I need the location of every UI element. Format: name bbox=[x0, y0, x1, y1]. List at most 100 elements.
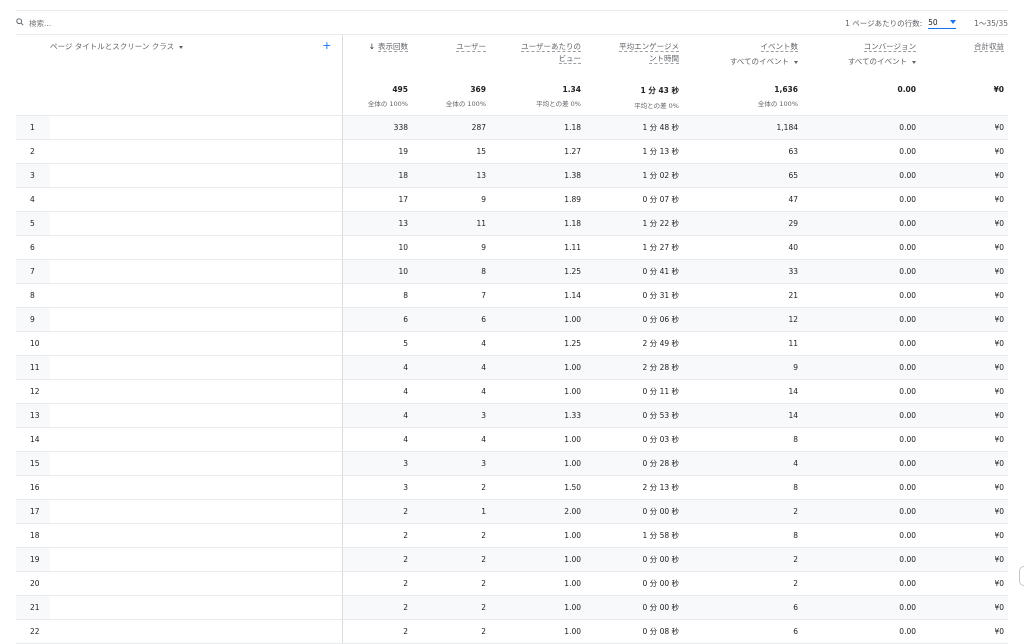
conversions-cell: 0.00 bbox=[802, 499, 920, 524]
views-per-user-cell: 1.50 bbox=[490, 475, 585, 500]
engagement-cell: 0 分 31 秒 bbox=[585, 283, 683, 308]
search-icon bbox=[16, 18, 24, 28]
views-per-user-cell: 1.27 bbox=[490, 139, 585, 164]
table-row[interactable]: 13 4 3 1.33 0 分 53 秒 14 0.00 ¥0 bbox=[16, 403, 1008, 428]
views-per-user-cell: 1.18 bbox=[490, 211, 585, 236]
table-row[interactable]: 4 17 9 1.89 0 分 07 秒 47 0.00 ¥0 bbox=[16, 187, 1008, 212]
revenue-cell: ¥0 bbox=[920, 355, 1008, 380]
views-cell: 2 bbox=[341, 499, 412, 524]
table-row[interactable]: 14 4 4 1.00 0 分 03 秒 8 0.00 ¥0 bbox=[16, 427, 1008, 452]
col-eng-label-2: ント時間 bbox=[649, 54, 679, 64]
rows-per-page: 1 ページあたりの行数: 50 bbox=[845, 17, 957, 29]
table-row[interactable]: 17 2 1 2.00 0 分 00 秒 2 0.00 ¥0 bbox=[16, 499, 1008, 524]
row-index: 12 bbox=[16, 379, 50, 404]
views-cell: 10 bbox=[341, 259, 412, 284]
dimension-cell bbox=[50, 307, 342, 332]
users-cell: 4 bbox=[412, 355, 490, 380]
rows-per-page-select[interactable]: 50 bbox=[928, 17, 957, 29]
search-input[interactable] bbox=[29, 18, 149, 28]
users-cell: 287 bbox=[412, 115, 490, 140]
revenue-cell: ¥0 bbox=[920, 307, 1008, 332]
engagement-cell: 1 分 48 秒 bbox=[585, 115, 683, 140]
dimension-cell bbox=[50, 475, 342, 500]
events-cell: 8 bbox=[683, 523, 802, 548]
table-row[interactable]: 11 4 4 1.00 2 分 28 秒 9 0.00 ¥0 bbox=[16, 355, 1008, 380]
col-users-header[interactable]: ユーザー bbox=[412, 35, 490, 79]
side-panel-handle[interactable] bbox=[1019, 566, 1024, 586]
events-filter[interactable]: すべてのイベント bbox=[687, 56, 798, 67]
col-revenue-header[interactable]: 合計収益 bbox=[920, 35, 1008, 79]
col-views-header[interactable]: ↓ 表示回数 bbox=[341, 35, 412, 79]
views-per-user-cell: 1.00 bbox=[490, 307, 585, 332]
events-cell: 2 bbox=[683, 547, 802, 572]
dimension-cell bbox=[50, 451, 342, 476]
row-index: 15 bbox=[16, 451, 50, 476]
row-index: 14 bbox=[16, 427, 50, 452]
dimension-selector[interactable]: ページ タイトルとスクリーン クラス bbox=[50, 41, 184, 52]
users-cell: 2 bbox=[412, 475, 490, 500]
row-index: 18 bbox=[16, 523, 50, 548]
views-cell: 2 bbox=[341, 571, 412, 596]
table-row[interactable]: 19 2 2 1.00 0 分 00 秒 2 0.00 ¥0 bbox=[16, 547, 1008, 572]
conversions-cell: 0.00 bbox=[802, 283, 920, 308]
dimension-cell bbox=[50, 547, 342, 572]
events-cell: 2 bbox=[683, 499, 802, 524]
total-conversions: 0.00 bbox=[802, 79, 920, 116]
table-row[interactable]: 12 4 4 1.00 0 分 11 秒 14 0.00 ¥0 bbox=[16, 379, 1008, 404]
row-index: 6 bbox=[16, 235, 50, 260]
table-row[interactable]: 1 338 287 1.18 1 分 48 秒 1,184 0.00 ¥0 bbox=[16, 115, 1008, 140]
users-cell: 15 bbox=[412, 139, 490, 164]
users-cell: 9 bbox=[412, 235, 490, 260]
users-cell: 3 bbox=[412, 451, 490, 476]
table-row[interactable]: 21 2 2 1.00 0 分 00 秒 6 0.00 ¥0 bbox=[16, 595, 1008, 620]
col-conv-label: コンバージョン bbox=[863, 42, 916, 52]
engagement-cell: 0 分 53 秒 bbox=[585, 403, 683, 428]
col-revenue-label: 合計収益 bbox=[974, 42, 1004, 52]
dimension-cell bbox=[50, 355, 342, 380]
events-cell: 4 bbox=[683, 451, 802, 476]
search-box[interactable] bbox=[16, 18, 149, 28]
conversions-cell: 0.00 bbox=[802, 259, 920, 284]
conversions-cell: 0.00 bbox=[802, 331, 920, 356]
table-row[interactable]: 8 8 7 1.14 0 分 31 秒 21 0.00 ¥0 bbox=[16, 283, 1008, 308]
table-row[interactable]: 10 5 4 1.25 2 分 49 秒 11 0.00 ¥0 bbox=[16, 331, 1008, 356]
col-views-label: 表示回数 bbox=[378, 42, 408, 52]
views-cell: 4 bbox=[341, 379, 412, 404]
col-engagement-header[interactable]: 平均エンゲージメ ント時間 bbox=[585, 35, 683, 79]
col-conversions-header[interactable]: コンバージョンすべてのイベント bbox=[802, 35, 920, 79]
events-cell: 40 bbox=[683, 235, 802, 260]
table-row[interactable]: 20 2 2 1.00 0 分 00 秒 2 0.00 ¥0 bbox=[16, 571, 1008, 596]
engagement-cell: 0 分 00 秒 bbox=[585, 499, 683, 524]
events-cell: 47 bbox=[683, 187, 802, 212]
row-index: 10 bbox=[16, 331, 50, 356]
engagement-cell: 0 分 08 秒 bbox=[585, 619, 683, 644]
engagement-cell: 0 分 28 秒 bbox=[585, 451, 683, 476]
engagement-cell: 0 分 00 秒 bbox=[585, 547, 683, 572]
col-events-header[interactable]: イベント数 すべてのイベント bbox=[683, 35, 802, 79]
table-row[interactable]: 5 13 11 1.18 1 分 22 秒 29 0.00 ¥0 bbox=[16, 211, 1008, 236]
add-dimension-icon[interactable]: + bbox=[322, 40, 331, 52]
table-row[interactable]: 6 10 9 1.11 1 分 27 秒 40 0.00 ¥0 bbox=[16, 235, 1008, 260]
rows-per-page-value: 50 bbox=[928, 17, 938, 27]
engagement-cell: 0 分 07 秒 bbox=[585, 187, 683, 212]
conversions-cell: 0.00 bbox=[802, 355, 920, 380]
row-index: 8 bbox=[16, 283, 50, 308]
views-per-user-cell: 1.00 bbox=[490, 523, 585, 548]
table-row[interactable]: 22 2 2 1.00 0 分 08 秒 6 0.00 ¥0 bbox=[16, 619, 1008, 644]
total-revenue: ¥0 bbox=[920, 79, 1008, 116]
table-row[interactable]: 15 3 3 1.00 0 分 28 秒 4 0.00 ¥0 bbox=[16, 451, 1008, 476]
table-row[interactable]: 16 3 2 1.50 2 分 13 秒 8 0.00 ¥0 bbox=[16, 475, 1008, 500]
users-cell: 3 bbox=[412, 403, 490, 428]
dimension-cell bbox=[50, 571, 342, 596]
table-row[interactable]: 7 10 8 1.25 0 分 41 秒 33 0.00 ¥0 bbox=[16, 259, 1008, 284]
engagement-cell: 1 分 58 秒 bbox=[585, 523, 683, 548]
conversions-cell: 0.00 bbox=[802, 139, 920, 164]
table-row[interactable]: 9 6 6 1.00 0 分 06 秒 12 0.00 ¥0 bbox=[16, 307, 1008, 332]
dimension-cell bbox=[50, 403, 342, 428]
engagement-cell: 0 分 00 秒 bbox=[585, 595, 683, 620]
table-row[interactable]: 2 19 15 1.27 1 分 13 秒 63 0.00 ¥0 bbox=[16, 139, 1008, 164]
table-row[interactable]: 3 18 13 1.38 1 分 02 秒 65 0.00 ¥0 bbox=[16, 163, 1008, 188]
table-row[interactable]: 18 2 2 1.00 1 分 58 秒 8 0.00 ¥0 bbox=[16, 523, 1008, 548]
conversions-filter[interactable]: すべてのイベント bbox=[806, 56, 916, 67]
col-views-per-user-header[interactable]: ユーザーあたりの ビュー bbox=[490, 35, 585, 79]
